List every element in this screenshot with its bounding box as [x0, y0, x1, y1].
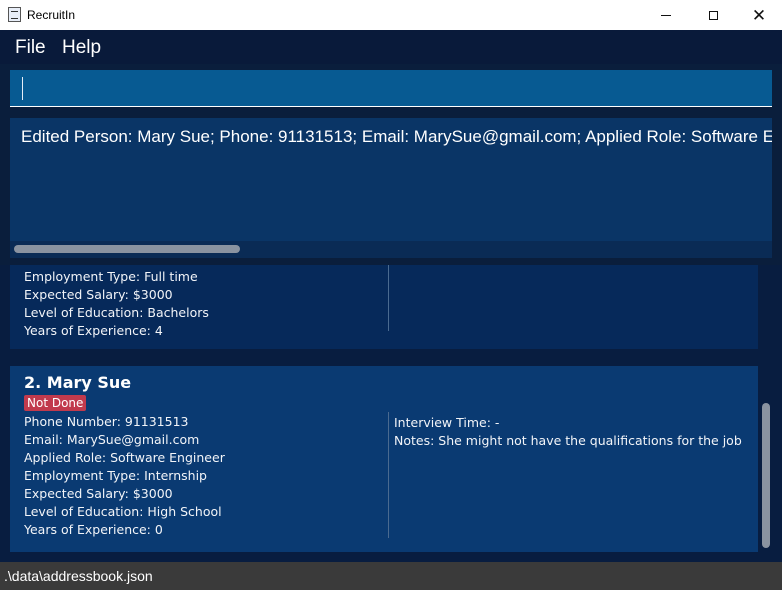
notes: Notes: She might not have the qualificat… — [394, 433, 742, 448]
phone-number: Phone Number: 91131513 — [24, 414, 189, 429]
person-card[interactable]: Employment Type: Full time Expected Sala… — [10, 265, 758, 349]
command-input[interactable] — [26, 70, 760, 108]
command-box[interactable] — [10, 70, 772, 108]
expected-salary: Expected Salary: $3000 — [24, 287, 173, 302]
menu-bar: File Help — [0, 30, 782, 64]
education-level: Level of Education: High School — [24, 504, 222, 519]
horizontal-scrollbar-thumb[interactable] — [14, 245, 240, 253]
card-divider — [388, 412, 389, 538]
app-document-icon — [8, 7, 21, 22]
menu-help[interactable]: Help — [62, 37, 101, 59]
education-level: Level of Education: Bachelors — [24, 305, 209, 320]
data-file-path: .\data\addressbook.json — [4, 568, 153, 584]
employment-type: Employment Type: Internship — [24, 468, 207, 483]
minimize-icon — [661, 14, 671, 16]
vertical-scrollbar-thumb[interactable] — [762, 403, 770, 548]
close-button[interactable]: ✕ — [736, 0, 782, 30]
applied-role: Applied Role: Software Engineer — [24, 450, 225, 465]
menu-file[interactable]: File — [15, 37, 46, 59]
status-badge: Not Done — [24, 395, 87, 411]
result-message: Edited Person: Mary Sue; Phone: 91131513… — [21, 127, 772, 146]
person-list-panel: Employment Type: Full time Expected Sala… — [0, 265, 782, 562]
text-caret — [22, 77, 23, 100]
title-bar: RecruitIn ✕ — [0, 0, 782, 30]
person-name: 2. Mary Sue — [24, 373, 132, 392]
email: Email: MarySue@gmail.com — [24, 432, 200, 447]
status-bar: .\data\addressbook.json — [0, 562, 782, 590]
interview-time: Interview Time: - — [394, 415, 500, 430]
close-icon: ✕ — [751, 5, 767, 25]
minimize-button[interactable] — [643, 0, 689, 30]
result-display: Edited Person: Mary Sue; Phone: 91131513… — [10, 118, 772, 258]
window-title: RecruitIn — [27, 8, 76, 22]
maximize-button[interactable] — [690, 0, 736, 30]
maximize-icon — [708, 10, 718, 20]
person-card[interactable]: 2. Mary Sue Not Done Phone Number: 91131… — [10, 366, 758, 552]
card-divider — [388, 265, 389, 331]
expected-salary: Expected Salary: $3000 — [24, 486, 173, 501]
years-experience: Years of Experience: 4 — [24, 323, 163, 338]
years-experience: Years of Experience: 0 — [24, 522, 163, 537]
employment-type: Employment Type: Full time — [24, 269, 198, 284]
